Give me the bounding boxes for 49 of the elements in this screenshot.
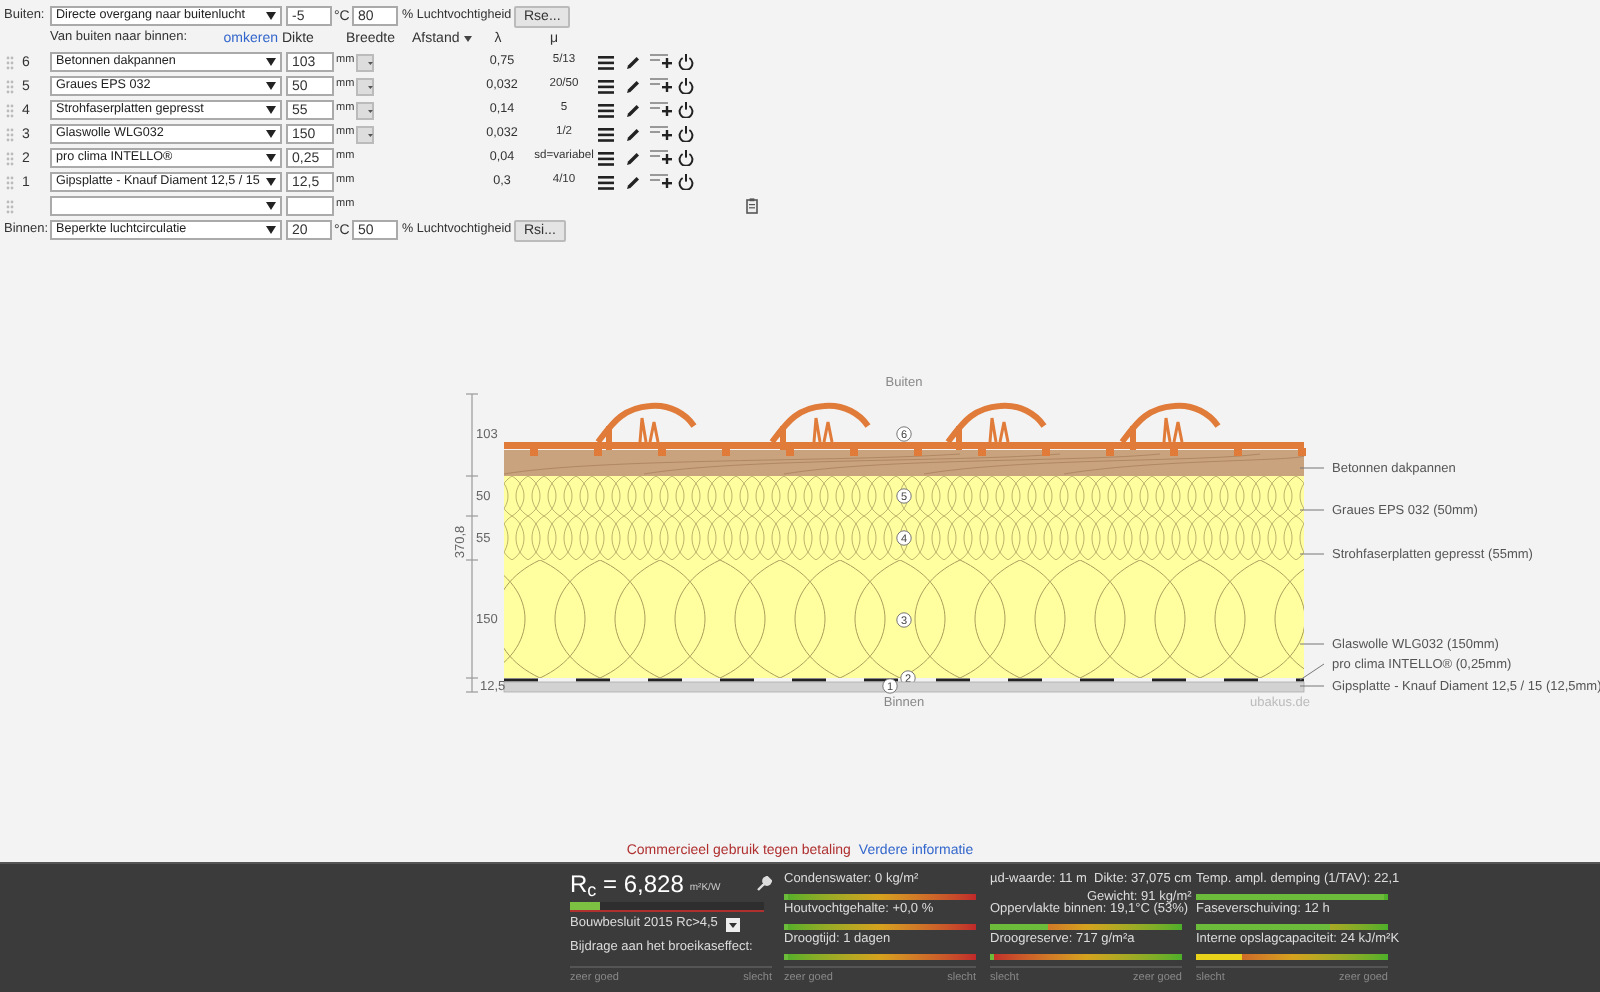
- width-button[interactable]: [356, 77, 374, 95]
- power-icon[interactable]: [678, 174, 694, 190]
- drag-handle-icon[interactable]: [6, 55, 14, 69]
- add-row-icon[interactable]: [650, 150, 672, 166]
- drag-handle-icon[interactable]: [6, 175, 14, 189]
- drag-handle-icon[interactable]: [6, 103, 14, 117]
- drag-handle-icon[interactable]: [6, 79, 14, 93]
- caret-icon: [266, 226, 276, 234]
- drag-handle-icon[interactable]: [6, 151, 14, 165]
- caret-icon: [266, 178, 276, 186]
- menu-icon[interactable]: [598, 79, 614, 93]
- power-icon[interactable]: [678, 150, 694, 166]
- power-icon[interactable]: [678, 54, 694, 70]
- power-icon[interactable]: [678, 126, 694, 142]
- leader-line: [1299, 663, 1325, 681]
- leader-line: [1299, 643, 1325, 645]
- menu-icon[interactable]: [598, 151, 614, 165]
- caret-icon[interactable]: [463, 36, 472, 42]
- leader-line: [1299, 509, 1325, 511]
- drag-handle-icon[interactable]: [6, 199, 14, 213]
- menu-icon[interactable]: [598, 103, 614, 117]
- drag-handle-icon[interactable]: [6, 127, 14, 141]
- caret-icon: [266, 154, 276, 162]
- menu-icon[interactable]: [598, 127, 614, 141]
- add-row-icon[interactable]: [650, 78, 672, 94]
- caret-icon: [266, 202, 276, 210]
- dropdown-button[interactable]: [725, 918, 740, 932]
- clipboard-icon[interactable]: [746, 198, 758, 214]
- leader-line: [1299, 467, 1325, 469]
- caret-icon: [266, 12, 276, 20]
- input-field[interactable]: [286, 196, 334, 216]
- leader-line: [1299, 553, 1325, 555]
- add-row-icon[interactable]: [650, 174, 672, 190]
- menu-icon[interactable]: [598, 55, 614, 69]
- rc-value: R$_{c}$ = 6,828: [570, 872, 684, 896]
- caret-icon: [266, 106, 276, 114]
- width-button[interactable]: [356, 125, 374, 143]
- add-row-icon[interactable]: [650, 126, 672, 142]
- width-button[interactable]: [356, 53, 374, 71]
- menu-icon[interactable]: [598, 175, 614, 189]
- power-icon[interactable]: [678, 102, 694, 118]
- leader-line: [1299, 685, 1325, 687]
- power-icon[interactable]: [678, 78, 694, 94]
- width-button[interactable]: [356, 101, 374, 119]
- add-row-icon[interactable]: [650, 102, 672, 118]
- caret-icon: [266, 82, 276, 90]
- add-row-icon[interactable]: [650, 54, 672, 70]
- caret-icon: [266, 130, 276, 138]
- caret-icon: [266, 58, 276, 66]
